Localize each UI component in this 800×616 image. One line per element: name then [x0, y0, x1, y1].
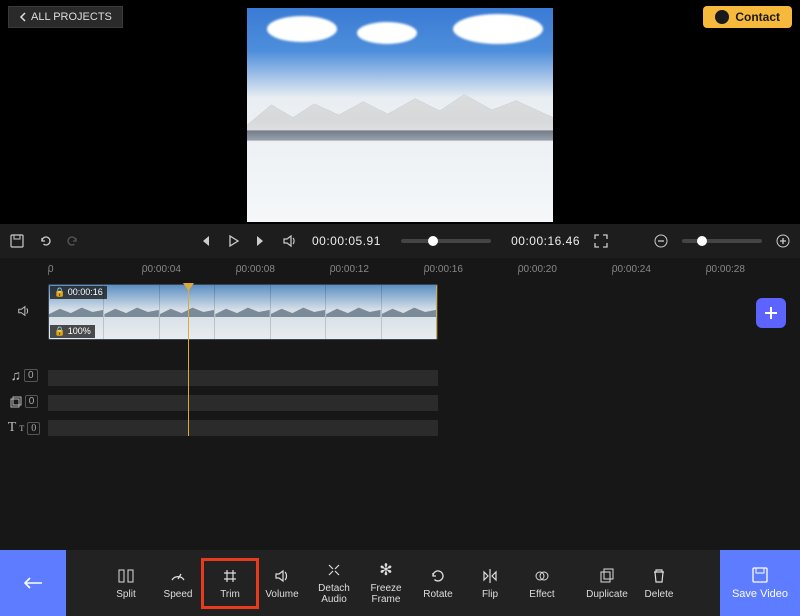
tool-label: Duplicate	[586, 589, 628, 600]
volume-tool[interactable]: Volume	[256, 561, 308, 606]
preview-area	[0, 0, 800, 224]
overlay-track-icon[interactable]: 0	[10, 395, 39, 408]
video-preview	[247, 8, 553, 222]
flip-icon	[481, 567, 499, 585]
tool-label: Volume	[265, 589, 298, 600]
ruler-tick: 00:00:20	[518, 264, 557, 275]
tool-label: Detach Audio	[312, 583, 356, 605]
save-video-label: Save Video	[732, 588, 788, 600]
timeline: 0 00:00:04 00:00:08 00:00:12 00:00:16 00…	[0, 258, 800, 550]
contact-avatar-icon	[715, 10, 729, 24]
tool-label: Freeze Frame	[364, 583, 408, 605]
clip-speed-label: 🔒 100%	[50, 325, 95, 338]
split-icon	[117, 567, 135, 585]
tool-label: Split	[116, 589, 135, 600]
save-icon[interactable]	[10, 234, 24, 248]
tool-label: Delete	[645, 589, 674, 600]
playhead[interactable]	[188, 284, 189, 436]
chevron-left-icon	[19, 12, 27, 22]
freeze-frame-tool[interactable]: ✻ Freeze Frame	[360, 555, 412, 611]
music-lane[interactable]	[48, 370, 438, 386]
tool-label: Trim	[220, 589, 240, 600]
duplicate-tool[interactable]: Duplicate	[581, 561, 633, 606]
ruler-tick: 00:00:08	[236, 264, 275, 275]
detach-icon	[325, 561, 343, 579]
effect-icon	[533, 567, 551, 585]
speed-tool[interactable]: Speed	[152, 561, 204, 606]
undo-icon[interactable]	[38, 234, 52, 248]
overlay-lane[interactable]	[48, 395, 438, 411]
volume-icon	[273, 567, 291, 585]
bottom-toolbar: Split Speed Trim Volume Detach Audio ✻ F…	[0, 550, 800, 616]
tool-label: Rotate	[423, 589, 452, 600]
save-video-button[interactable]: Save Video	[720, 550, 800, 616]
zoom-out-icon[interactable]	[654, 234, 668, 248]
add-media-button[interactable]	[756, 298, 786, 328]
speed-icon	[169, 567, 187, 585]
rotate-icon	[429, 567, 447, 585]
duplicate-icon	[598, 567, 616, 585]
transport-bar: 00:00:05.91 00:00:16.46	[0, 224, 800, 258]
next-frame-icon[interactable]	[254, 234, 268, 248]
ruler-tick: 00:00:28	[706, 264, 745, 275]
ruler-tick: 00:00:12	[330, 264, 369, 275]
back-button[interactable]	[0, 550, 66, 616]
arrow-left-icon	[23, 576, 43, 590]
rotate-tool[interactable]: Rotate	[412, 561, 464, 606]
clip-duration-label: 🔒 00:00:16	[50, 286, 107, 299]
tool-label: Speed	[164, 589, 193, 600]
zoom-in-icon[interactable]	[776, 234, 790, 248]
plus-icon	[763, 305, 779, 321]
fullscreen-icon[interactable]	[594, 234, 608, 248]
total-time: 00:00:16.46	[511, 234, 580, 248]
tool-label: Flip	[482, 589, 498, 600]
prev-frame-icon[interactable]	[198, 234, 212, 248]
trash-icon	[650, 567, 668, 585]
split-tool[interactable]: Split	[100, 561, 152, 606]
tool-label: Effect	[529, 589, 554, 600]
seek-bar[interactable]	[401, 239, 491, 243]
trim-icon	[221, 567, 239, 585]
effect-tool[interactable]: Effect	[516, 561, 568, 606]
ruler-tick: 00:00:16	[424, 264, 463, 275]
contact-button[interactable]: Contact	[703, 6, 792, 28]
audio-track-icon[interactable]	[17, 304, 31, 318]
snowflake-icon: ✻	[379, 561, 392, 579]
detach-audio-tool[interactable]: Detach Audio	[308, 555, 360, 611]
flip-tool[interactable]: Flip	[464, 561, 516, 606]
play-icon[interactable]	[226, 234, 240, 248]
music-track-icon[interactable]: ♫ 0	[10, 367, 37, 383]
trim-tool[interactable]: Trim	[204, 561, 256, 606]
all-projects-label: ALL PROJECTS	[31, 11, 112, 23]
current-time: 00:00:05.91	[312, 234, 381, 248]
text-track-icon[interactable]: TT 0	[8, 420, 40, 436]
all-projects-button[interactable]: ALL PROJECTS	[8, 6, 123, 28]
save-video-icon	[751, 566, 769, 584]
ruler-tick: 00:00:04	[142, 264, 181, 275]
redo-icon	[66, 234, 80, 248]
contact-label: Contact	[735, 10, 780, 24]
delete-tool[interactable]: Delete	[633, 561, 685, 606]
ruler-tick: 0	[48, 264, 54, 275]
mute-icon[interactable]	[282, 234, 298, 248]
ruler-tick: 00:00:24	[612, 264, 651, 275]
zoom-slider[interactable]	[682, 239, 762, 243]
time-ruler[interactable]: 0 00:00:04 00:00:08 00:00:12 00:00:16 00…	[48, 258, 800, 280]
text-lane[interactable]	[48, 420, 438, 436]
video-clip[interactable]: 🔒 00:00:16 🔒 100%	[48, 284, 438, 340]
